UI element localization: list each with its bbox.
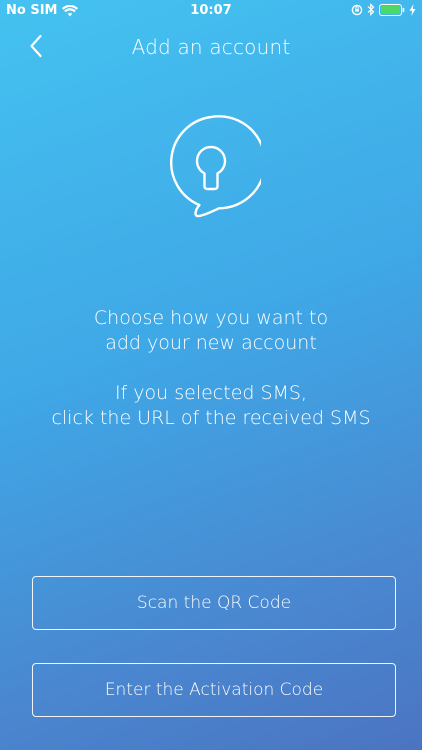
instructions: Choose how you want to add your new acco… [0,306,422,431]
nav-bar: Add an account [0,22,422,74]
instruction-line: click the URL of the received SMS [51,407,371,429]
charging-icon [409,3,416,16]
enter-activation-code-button[interactable]: Enter the Activation Code [32,663,396,717]
instruction-line: add your new account [105,332,317,354]
status-right [351,3,416,16]
orientation-lock-icon [351,4,363,16]
page-title: Add an account [131,35,291,59]
instruction-line: If you selected SMS, [114,382,308,404]
battery-icon [379,3,405,16]
keyhole-icon [161,114,267,220]
add-account-screen: No SIM 10:07 Add an account Choose how y… [0,0,422,750]
scan-qr-button[interactable]: Scan the QR Code [32,576,396,630]
bluetooth-icon [367,3,375,16]
status-bar: No SIM 10:07 [0,0,422,22]
instruction-line: Choose how you want to [93,307,329,329]
